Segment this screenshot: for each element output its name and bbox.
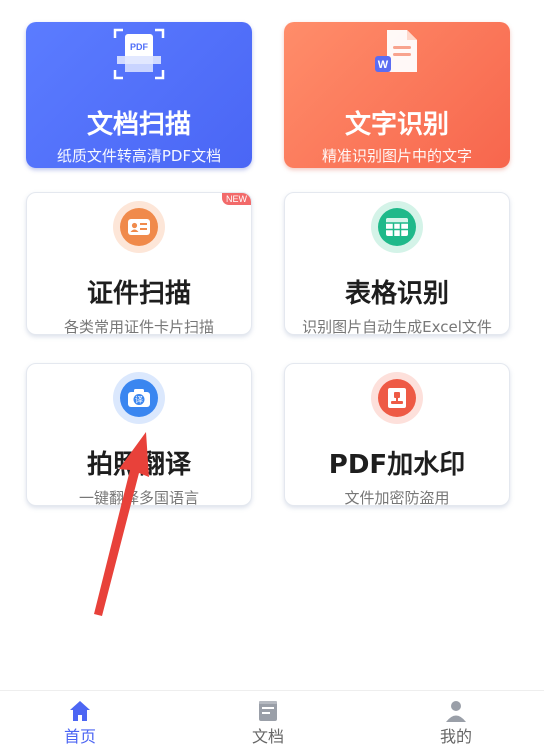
pdf-watermark-card[interactable]: PDF加水印 文件加密防盗用 (284, 363, 510, 506)
card-title: 文档扫描 (86, 110, 191, 140)
table-recognition-card[interactable]: 表格识别 识别图片自动生成Excel文件 (284, 192, 510, 335)
card-subtitle: 纸质文件转高清PDF文档 (56, 147, 222, 165)
scan-document-icon: PDF (111, 26, 167, 82)
table-icon (371, 201, 423, 253)
document-scan-card[interactable]: PDF 文档扫描 纸质文件转高清PDF文档 (26, 22, 252, 168)
id-scan-card[interactable]: NEW 证件扫描 各类常用证件卡片扫描 (26, 192, 252, 335)
tab-label: 文档 (251, 727, 284, 746)
card-title: 表格识别 (344, 279, 449, 309)
card-subtitle: 一键翻译多国语言 (78, 489, 199, 506)
tab-profile[interactable]: 我的 (396, 691, 516, 746)
card-subtitle: 精准识别图片中的文字 (321, 147, 472, 165)
tab-label: 首页 (63, 727, 96, 746)
new-badge: NEW (222, 193, 251, 205)
card-title: 文字识别 (344, 110, 449, 140)
svg-text:W: W (378, 59, 389, 71)
card-subtitle: 识别图片自动生成Excel文件 (302, 318, 492, 335)
word-document-icon: W (369, 26, 425, 82)
bottom-tab-bar: 首页 文档 我的 (0, 690, 544, 746)
card-title: PDF加水印 (328, 450, 466, 480)
home-icon (68, 699, 92, 723)
id-card-icon (113, 201, 165, 253)
card-title: 证件扫描 (86, 279, 191, 309)
text-recognition-card[interactable]: W 文字识别 精准识别图片中的文字 (284, 22, 510, 168)
tab-home[interactable]: 首页 (20, 691, 140, 746)
card-title: 拍照翻译 (86, 450, 191, 480)
photo-translate-card[interactable]: 译 拍照翻译 一键翻译多国语言 (26, 363, 252, 506)
card-subtitle: 文件加密防盗用 (344, 489, 450, 506)
document-icon (256, 699, 280, 723)
svg-text:PDF: PDF (130, 42, 149, 52)
stamp-icon (371, 372, 423, 424)
svg-text:译: 译 (135, 396, 143, 405)
user-icon (444, 699, 468, 723)
card-subtitle: 各类常用证件卡片扫描 (63, 318, 214, 335)
tab-documents[interactable]: 文档 (208, 691, 328, 746)
tab-label: 我的 (439, 727, 472, 746)
camera-translate-icon: 译 (113, 372, 165, 424)
